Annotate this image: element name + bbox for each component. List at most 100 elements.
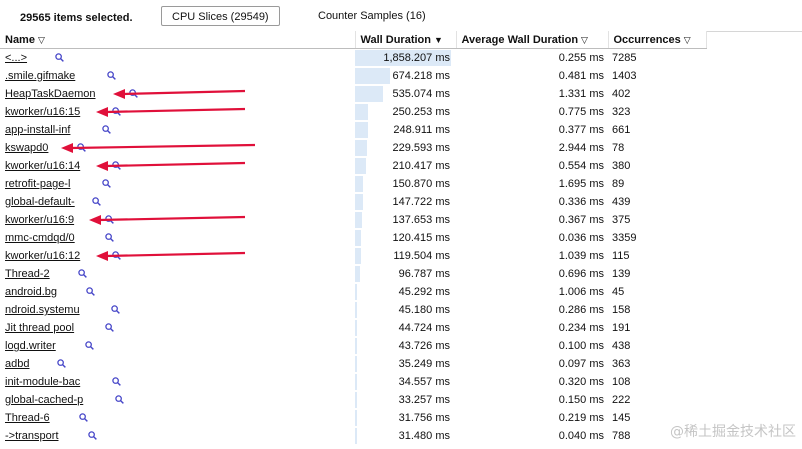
magnifier-icon[interactable] [129,89,138,98]
table-row[interactable]: kworker/u16:12 119.504 ms 1.039 ms 115 [0,247,706,265]
process-name-link[interactable]: logd.writer [5,340,56,352]
average-wall-duration-cell: 1.039 ms [558,250,604,262]
occurrences-cell: 3359 [612,232,637,244]
occurrences-cell: 45 [612,286,625,298]
process-name-link[interactable]: app-install-inf [5,124,70,136]
magnifier-icon[interactable] [78,269,87,278]
magnifier-icon[interactable] [102,179,111,188]
process-name-link[interactable]: kworker/u16:12 [5,250,80,262]
tab-counter-samples[interactable]: Counter Samples (16) [308,6,436,26]
table-row[interactable]: global-cached-p 33.257 ms 0.150 ms 222 [0,391,706,409]
column-header-wall-duration[interactable]: Wall Duration ▼ [355,31,457,49]
table-row[interactable]: .smile.gifmake 674.218 ms 0.481 ms 1403 [0,67,706,85]
table-row[interactable]: Thread-2 96.787 ms 0.696 ms 139 [0,265,706,283]
wall-duration-cell: 33.257 ms [355,391,456,409]
table-row[interactable]: kworker/u16:14 210.417 ms 0.554 ms 380 [0,157,706,175]
magnifier-icon[interactable] [112,251,121,260]
process-name-link[interactable]: Thread-2 [5,268,50,280]
process-name-link[interactable]: Jit thread pool [5,322,74,334]
occurrences-cell: 375 [612,214,631,226]
table-row[interactable]: HeapTaskDaemon 535.074 ms 1.331 ms 402 [0,85,706,103]
magnifier-icon[interactable] [79,413,88,422]
magnifier-icon[interactable] [102,125,111,134]
occurrences-cell: 108 [612,376,631,388]
magnifier-icon[interactable] [112,161,121,170]
wall-duration-bar [355,140,367,156]
table-row[interactable]: retrofit-page-l 150.870 ms 1.695 ms 89 [0,175,706,193]
process-name-link[interactable]: ndroid.systemu [5,304,80,316]
table-row[interactable]: adbd 35.249 ms 0.097 ms 363 [0,355,706,373]
magnifier-icon[interactable] [115,395,124,404]
magnifier-icon[interactable] [88,431,97,440]
process-name-link[interactable]: ->transport [5,430,59,442]
column-header-average-wall-duration[interactable]: Average Wall Duration ▽ [456,31,609,49]
process-name-link[interactable]: adbd [5,358,29,370]
table-row[interactable]: ->transport 31.480 ms 0.040 ms 788 [0,427,706,445]
column-header-occurrences[interactable]: Occurrences ▽ [608,31,707,49]
process-name-link[interactable]: Thread-6 [5,412,50,424]
name-cell: retrofit-page-l [0,175,355,193]
wall-duration-cell: 96.787 ms [355,265,456,283]
table-row[interactable]: kworker/u16:15 250.253 ms 0.775 ms 323 [0,103,706,121]
table-row[interactable]: logd.writer 43.726 ms 0.100 ms 438 [0,337,706,355]
wall-duration-value: 96.787 ms [398,268,450,280]
tab-cpu-slices[interactable]: CPU Slices (29549) [161,6,280,26]
wall-duration-value: 31.756 ms [398,412,450,424]
table-row[interactable]: Thread-6 31.756 ms 0.219 ms 145 [0,409,706,427]
column-header-name[interactable]: Name ▽ [0,31,356,49]
table-row[interactable]: global-default- 147.722 ms 0.336 ms 439 [0,193,706,211]
average-wall-duration-cell: 0.150 ms [558,394,604,406]
table-row[interactable]: Jit thread pool 44.724 ms 0.234 ms 191 [0,319,706,337]
process-name-link[interactable]: HeapTaskDaemon [5,88,96,100]
average-wall-duration-cell: 0.554 ms [558,160,604,172]
wall-duration-value: 137.653 ms [392,214,450,226]
occurrences-cell: 158 [612,304,631,316]
table-row[interactable]: app-install-inf 248.911 ms 0.377 ms 661 [0,121,706,139]
magnifier-icon[interactable] [55,53,64,62]
process-name-link[interactable]: init-module-bac [5,376,80,388]
occurrences-cell: 7285 [612,52,637,64]
magnifier-icon[interactable] [57,359,66,368]
process-name-link[interactable]: global-cached-p [5,394,83,406]
table-row[interactable]: kswapd0 229.593 ms 2.944 ms 78 [0,139,706,157]
magnifier-icon[interactable] [105,323,114,332]
table-row[interactable]: kworker/u16:9 137.653 ms 0.367 ms 375 [0,211,706,229]
process-name-link[interactable]: retrofit-page-l [5,178,70,190]
magnifier-icon[interactable] [105,233,114,242]
table-row[interactable]: <...> 1,858.207 ms 0.255 ms 7285 [0,49,706,68]
table-row[interactable]: ndroid.systemu 45.180 ms 0.286 ms 158 [0,301,706,319]
name-cell: app-install-inf [0,121,355,139]
magnifier-icon[interactable] [86,287,95,296]
process-name-link[interactable]: kswapd0 [5,142,48,154]
magnifier-icon[interactable] [112,107,121,116]
process-name-link[interactable]: android.bg [5,286,57,298]
process-name-link[interactable]: global-default- [5,196,75,208]
average-wall-duration-cell: 0.320 ms [558,376,604,388]
occurrences-cell: 139 [612,268,631,280]
process-name-link[interactable]: .smile.gifmake [5,70,75,82]
process-name-link[interactable]: kworker/u16:15 [5,106,80,118]
magnifier-icon[interactable] [105,215,114,224]
process-name-link[interactable]: mmc-cmdqd/0 [5,232,75,244]
name-cell: kswapd0 [0,139,355,157]
occurrences-cell: 380 [612,160,631,172]
name-cell: android.bg [0,283,355,301]
name-cell: kworker/u16:14 [0,157,355,175]
process-name-link[interactable]: kworker/u16:14 [5,160,80,172]
wall-duration-value: 147.722 ms [392,196,450,208]
magnifier-icon[interactable] [77,143,86,152]
wall-duration-value: 248.911 ms [393,124,450,136]
table-row[interactable]: init-module-bac 34.557 ms 0.320 ms 108 [0,373,706,391]
average-wall-duration-cell: 1.006 ms [558,286,604,298]
process-name-link[interactable]: <...> [5,52,27,64]
table-row[interactable]: mmc-cmdqd/0 120.415 ms 0.036 ms 3359 [0,229,706,247]
average-wall-duration-cell: 0.036 ms [558,232,604,244]
magnifier-icon[interactable] [92,197,101,206]
magnifier-icon[interactable] [112,377,121,386]
magnifier-icon[interactable] [111,305,120,314]
wall-duration-value: 150.870 ms [392,178,450,190]
table-row[interactable]: android.bg 45.292 ms 1.006 ms 45 [0,283,706,301]
process-name-link[interactable]: kworker/u16:9 [5,214,74,226]
magnifier-icon[interactable] [107,71,116,80]
magnifier-icon[interactable] [85,341,94,350]
